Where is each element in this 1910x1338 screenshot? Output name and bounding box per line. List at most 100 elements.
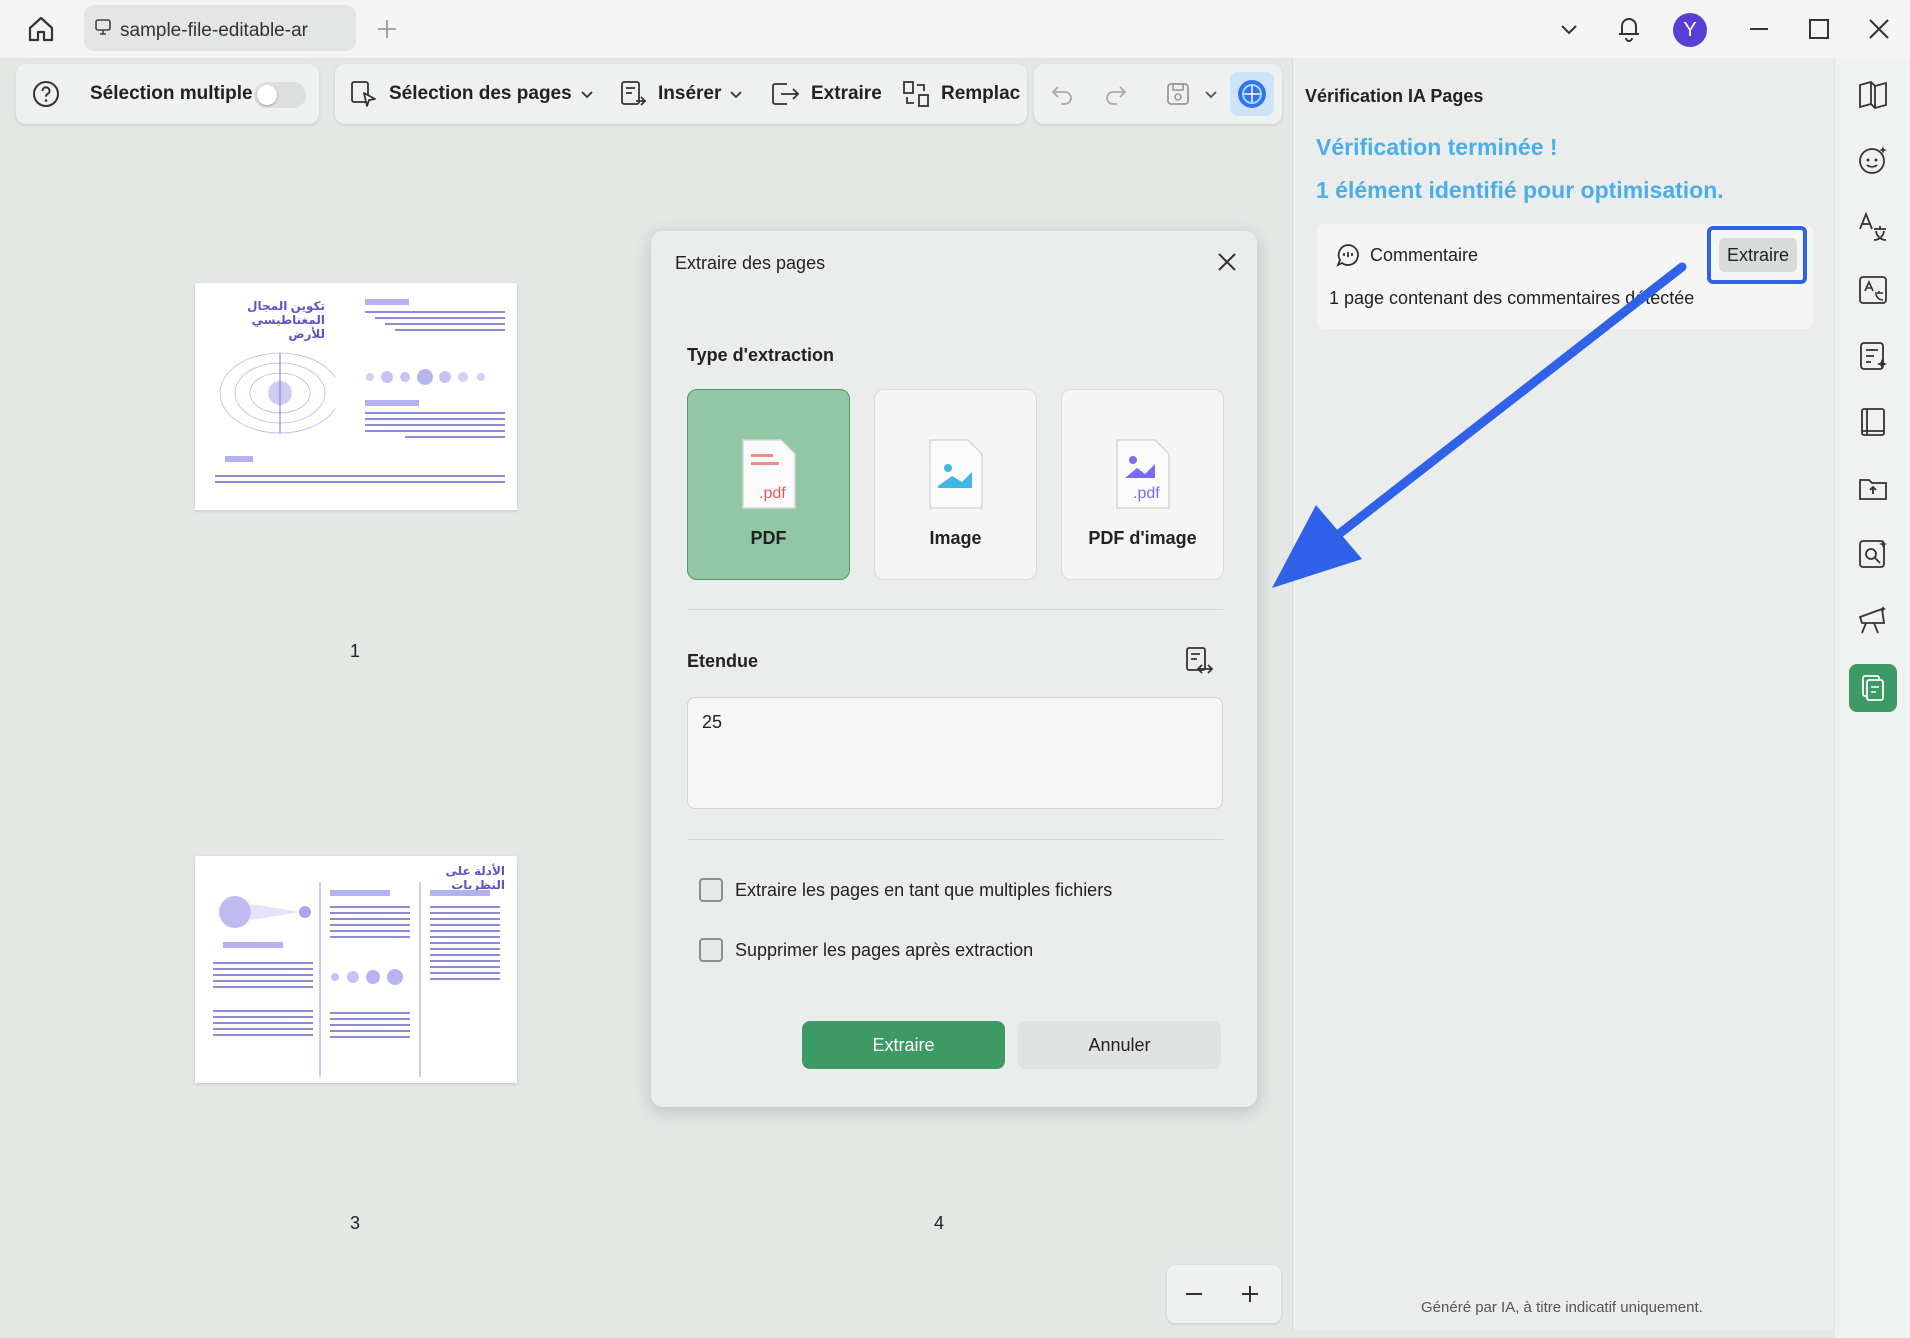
page-select-icon (351, 81, 376, 107)
divider (687, 839, 1223, 840)
extraction-type-title: Type d'extraction (687, 345, 834, 365)
dialog-title: Extraire des pages (675, 253, 826, 273)
pdf-tag: .pdf (759, 485, 786, 502)
option-image[interactable]: Image (874, 389, 1037, 580)
help-icon[interactable] (32, 80, 60, 108)
minimize-icon[interactable] (1748, 18, 1770, 40)
annotation-arrow (1272, 262, 1687, 588)
multi-select-group: Sélection multiple (16, 64, 319, 124)
option-label: PDF d'image (1088, 528, 1197, 548)
right-tool-rail (1835, 58, 1910, 1338)
home-icon[interactable] (26, 14, 56, 44)
panel-title: Vérification IA Pages (1305, 86, 1484, 106)
ai-assistant-button[interactable] (1230, 72, 1274, 116)
ai-assistant-icon (1238, 80, 1266, 108)
add-tab-icon[interactable] (376, 18, 398, 40)
ai-page-check-active-box (1848, 664, 1897, 712)
thumbnail-title: تكوين المجال المغناطيسي للأرض (215, 299, 325, 341)
presentation-icon[interactable] (1835, 596, 1910, 644)
toggle-knob (257, 85, 277, 105)
thumbnail-title-line: المغناطيسي للأرض (251, 313, 325, 341)
replace-button[interactable]: Remplac (901, 78, 1020, 110)
zoom-controls (1167, 1265, 1281, 1323)
close-window-icon[interactable] (1868, 18, 1890, 40)
thumbnail-title-line: تكوين المجال (247, 299, 325, 313)
page-range-input[interactable]: 25 (687, 697, 1223, 809)
option-label: Image (929, 528, 982, 548)
monitor-icon (94, 18, 112, 36)
thumbnail-footer-text (215, 456, 505, 483)
reader-icon[interactable] (1835, 70, 1910, 118)
extract-comments-button[interactable]: Extraire (1719, 238, 1797, 272)
folder-export-icon[interactable] (1835, 464, 1910, 512)
bell-icon[interactable] (1614, 13, 1644, 43)
book-icon[interactable] (1835, 398, 1910, 446)
multiple-files-label: Extraire les pages en tant que multiples… (735, 880, 1113, 900)
multiple-files-checkbox[interactable] (699, 878, 723, 902)
ai-verification-panel: Vérification IA Pages Vérification termi… (1292, 58, 1834, 1330)
title-bar: sample-file-editable-ar Y (0, 0, 1910, 58)
chevron-down-icon[interactable] (1558, 18, 1580, 40)
extract-confirm-button[interactable]: Extraire (802, 1021, 1005, 1069)
pdf-file-icon: .pdf (742, 439, 796, 509)
delete-after-label: Supprimer les pages après extraction (735, 940, 1034, 960)
ai-disclaimer: Généré par IA, à titre indicatif uniquem… (1421, 1299, 1703, 1316)
image-file-icon (929, 439, 983, 509)
ai-search-icon[interactable] (1835, 530, 1910, 578)
chevron-down-icon (581, 91, 593, 99)
verification-status: Vérification terminée ! (1316, 134, 1558, 160)
thumbnail-text-block (365, 299, 505, 409)
page-selection-label: Sélection des pages (389, 83, 572, 104)
delete-after-checkbox[interactable] (699, 938, 723, 962)
multi-select-label: Sélection multiple (90, 83, 253, 104)
document-tab[interactable]: sample-file-editable-ar (84, 5, 356, 51)
thumbnail-columns (213, 882, 500, 1077)
magnetic-field-illustration (219, 352, 335, 434)
page-tools-group: Sélection des pages Insérer Extraire Rem… (335, 64, 1027, 124)
chevron-down-icon[interactable] (1204, 87, 1218, 101)
page-thumbnail-3[interactable]: الأدلة على النظريات (195, 856, 517, 1083)
insert-label: Insérer (658, 83, 722, 104)
zoom-in-icon[interactable] (1239, 1283, 1261, 1305)
ai-page-check-icon[interactable] (1835, 664, 1910, 712)
page-selection-button[interactable]: Sélection des pages (349, 78, 604, 110)
divider (687, 609, 1223, 610)
zoom-out-icon[interactable] (1183, 1283, 1205, 1305)
page-number: 3 (350, 1213, 361, 1233)
close-icon[interactable] (1216, 251, 1238, 273)
page-number: 4 (934, 1213, 945, 1233)
image-pdf-file-icon: .pdf (1116, 439, 1170, 509)
option-image-pdf[interactable]: .pdf PDF d'image (1061, 389, 1224, 580)
chevron-down-icon (730, 91, 743, 99)
option-label: PDF (750, 528, 787, 548)
extract-pages-dialog: Extraire des pages Type d'extraction .pd… (651, 231, 1257, 1107)
ai-chat-icon[interactable] (1835, 136, 1910, 184)
avatar[interactable]: Y (1673, 13, 1707, 47)
extract-label: Extraire (811, 83, 882, 104)
replace-label: Remplac (941, 83, 1021, 104)
maximize-icon[interactable] (1808, 18, 1830, 40)
ai-summary-icon[interactable] (1835, 332, 1910, 380)
range-title: Etendue (687, 651, 759, 671)
save-icon[interactable] (1164, 80, 1192, 108)
cancel-button[interactable]: Annuler (1018, 1021, 1221, 1069)
pdf-tag: .pdf (1133, 485, 1160, 502)
multi-select-toggle[interactable] (254, 82, 306, 108)
redo-icon[interactable] (1104, 82, 1128, 106)
page-number: 1 (350, 641, 361, 661)
thumbnail-paragraph (365, 400, 505, 438)
extract-icon (772, 83, 800, 105)
undo-icon[interactable] (1050, 82, 1074, 106)
edit-tools-group (1034, 64, 1282, 124)
ocr-translate-icon[interactable] (1835, 266, 1910, 314)
optimization-count: 1 élément identifié pour optimisation. (1316, 177, 1724, 203)
insert-icon (621, 81, 647, 106)
insert-button[interactable]: Insérer (618, 78, 753, 110)
page-range-icon[interactable] (1183, 645, 1215, 677)
page-thumbnail-1[interactable]: تكوين المجال المغناطيسي للأرض (195, 283, 517, 510)
option-pdf[interactable]: .pdf PDF (687, 389, 850, 580)
extract-button[interactable]: Extraire (769, 78, 882, 110)
replace-icon (903, 81, 929, 107)
translate-icon[interactable] (1835, 202, 1910, 250)
tab-title: sample-file-editable-ar (120, 20, 308, 41)
